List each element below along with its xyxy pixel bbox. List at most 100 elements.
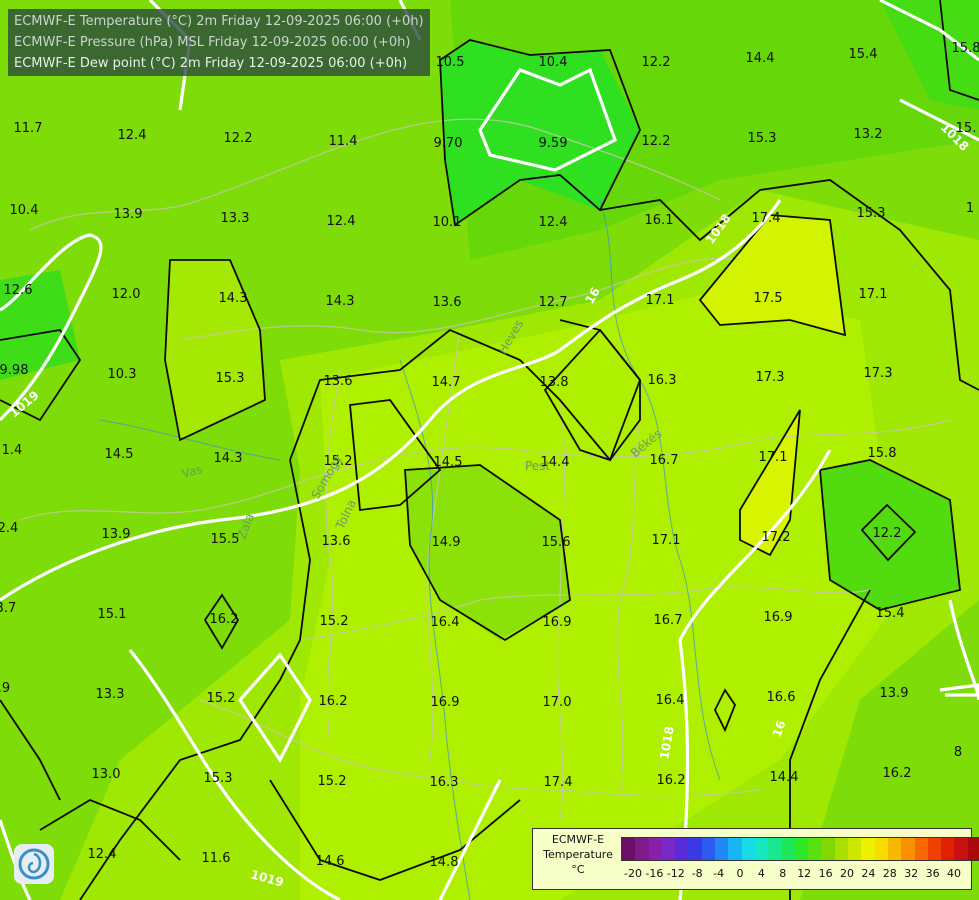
- temperature-value: 1.4: [2, 443, 23, 458]
- temperature-value: 14.5: [434, 455, 463, 470]
- temperature-value: 17.1: [759, 450, 788, 465]
- temperature-value: 12.2: [642, 55, 671, 70]
- legend-swatch: [794, 838, 809, 860]
- temperature-value: 14.3: [326, 294, 355, 309]
- temperature-value: 16.6: [767, 690, 796, 705]
- legend-swatch: [728, 838, 742, 860]
- legend-tick-label: -4: [713, 867, 725, 880]
- temperature-value: 15.2: [207, 691, 236, 706]
- legend-tick-label: -20: [624, 867, 642, 880]
- temperature-value: 14.4: [770, 770, 799, 785]
- title-temperature: ECMWF-E Temperature (°C) 2m Friday 12-09…: [14, 14, 424, 29]
- temperature-value: 10.1: [433, 215, 462, 230]
- legend-swatch: [927, 838, 942, 860]
- legend-title: ECMWF-E Temperature °C: [537, 832, 619, 877]
- temperature-value: 16.7: [650, 453, 679, 468]
- temperature-value: 14.6: [316, 854, 345, 869]
- temperature-value: 15.3: [857, 206, 886, 221]
- legend-tick-label: 20: [840, 867, 854, 880]
- temperature-value: 10.5: [436, 55, 465, 70]
- temperature-value: 13.3: [221, 211, 250, 226]
- temperature-value: 11.7: [14, 121, 43, 136]
- temperature-value: 13.8: [540, 375, 569, 390]
- temperature-value: 16.2: [883, 766, 912, 781]
- temperature-value: 16.2: [657, 773, 686, 788]
- temperature-value: 14.3: [219, 291, 248, 306]
- temperature-value: 13.3: [96, 687, 125, 702]
- temperature-value: 17.1: [652, 533, 681, 548]
- legend-tick-label: 36: [925, 867, 940, 880]
- legend-swatch: [861, 838, 875, 860]
- map-title-box: ECMWF-E Temperature (°C) 2m Friday 12-09…: [8, 9, 430, 76]
- legend-swatch: [887, 838, 902, 860]
- temperature-value: 12.6: [4, 283, 33, 298]
- temperature-value: 17.3: [864, 366, 893, 381]
- legend-tick-label: 8: [779, 867, 787, 880]
- temperature-value: 16.2: [210, 612, 239, 627]
- temperature-value: 14.5: [105, 447, 134, 462]
- legend-swatch: [848, 838, 862, 860]
- temperature-value: 17.0: [543, 695, 572, 710]
- legend-swatch: [967, 838, 979, 860]
- temperature-value: 16.3: [430, 775, 459, 790]
- title-pressure: ECMWF-E Pressure (hPa) MSL Friday 12-09-…: [14, 35, 411, 50]
- temperature-value: 8: [954, 745, 962, 760]
- weather-map: 10.5 10.4 12.2 14.4 15.4 15.811.7 12.4 12.2 11.4…: [0, 0, 979, 900]
- legend-tick-label: -12: [666, 867, 685, 880]
- temperature-value: .9: [0, 681, 10, 696]
- temperature-value: 13.6: [324, 374, 353, 389]
- legend-swatch: [661, 838, 676, 860]
- title-dewpoint: ECMWF-E Dew point (°C) 2m Friday 12-09-2…: [14, 56, 408, 71]
- temperature-value: 16.4: [656, 693, 685, 708]
- temperature-value: 15.1: [98, 607, 127, 622]
- legend-tick-label: -16: [645, 867, 664, 880]
- legend-swatch: [741, 838, 755, 860]
- temperature-value: 15.3: [748, 131, 777, 146]
- temperature-value: 17.1: [859, 287, 888, 302]
- legend-swatch: [754, 838, 769, 860]
- temperature-value: 17.4: [544, 775, 573, 790]
- temperature-value: 15.2: [318, 774, 347, 789]
- temperature-value: 15.8: [868, 446, 897, 461]
- legend-swatch: [648, 838, 662, 860]
- temperature-value: 15.2: [320, 614, 349, 629]
- legend-tick-label: -8: [691, 867, 703, 880]
- legend-swatch: [715, 838, 729, 860]
- legend-title-line-3: °C: [571, 863, 585, 876]
- temperature-value: 14.4: [746, 51, 775, 66]
- temperature-legend: ECMWF-E Temperature °C -20 -16 -12 -8 -4 0 4 8 1…: [532, 828, 979, 890]
- temperature-value: 12.2: [873, 526, 902, 541]
- legend-swatch: [821, 838, 835, 860]
- temperature-value: 10.3: [108, 367, 137, 382]
- temperature-value: 14.7: [432, 375, 461, 390]
- temperature-value: 14.9: [432, 535, 461, 550]
- legend-swatch: [688, 838, 702, 860]
- temperature-value: 9.70: [434, 136, 463, 151]
- temperature-value: 13.2: [854, 127, 883, 142]
- legend-swatch: [914, 838, 928, 860]
- temperature-value: 12.2: [642, 134, 671, 149]
- legend-tick-label: 28: [882, 867, 897, 880]
- temperature-value: 17.2: [762, 530, 791, 545]
- legend-tick-label: 0: [736, 867, 744, 880]
- temperature-value: 16.9: [431, 695, 460, 710]
- temperature-value: 12.0: [112, 287, 141, 302]
- ecmwf-logo-icon: [14, 844, 54, 884]
- temperature-value: 10.4: [10, 203, 39, 218]
- temperature-value: 16.1: [645, 213, 674, 228]
- temperature-value: 17.1: [646, 293, 675, 308]
- legend-ticks: -20 -16 -12 -8 -4 0 4 8 12 16 20 24 28 32 36 40: [621, 867, 966, 881]
- legend-tick-label: 16: [818, 867, 833, 880]
- temperature-value: 11.4: [329, 134, 358, 149]
- temperature-value: 13.6: [322, 534, 351, 549]
- temperature-value: 2.4: [0, 521, 18, 536]
- temperature-value: 15.8: [952, 41, 979, 56]
- legend-title-line-2: Temperature: [543, 848, 613, 861]
- legend-tick-label: 24: [861, 867, 876, 880]
- temperature-value: 15.4: [876, 606, 905, 621]
- legend-swatch: [781, 838, 795, 860]
- temperature-value: 16.3: [648, 373, 677, 388]
- legend-swatch: [768, 838, 782, 860]
- temperature-value: 13.0: [92, 767, 121, 782]
- temperature-value: 15.3: [216, 371, 245, 386]
